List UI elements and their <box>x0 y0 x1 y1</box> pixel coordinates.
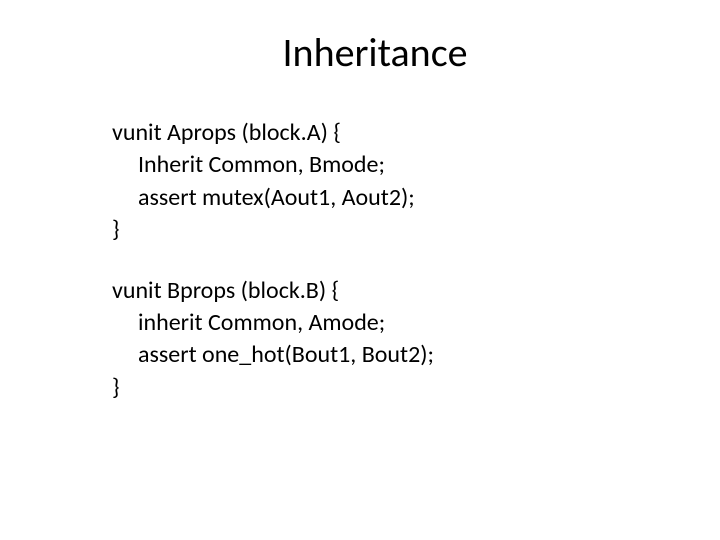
slide-title: Inheritance <box>30 28 720 77</box>
code-line: } <box>112 372 660 404</box>
code-line: Inherit Common, Bmode; <box>112 149 660 181</box>
code-block-b: vunit Bprops (block.B) { inherit Common,… <box>112 275 660 405</box>
code-block-a: vunit Aprops (block.A) { Inherit Common,… <box>112 117 660 247</box>
code-line: vunit Aprops (block.A) { <box>112 117 660 149</box>
code-line: assert one_hot(Bout1, Bout2); <box>112 339 660 371</box>
code-line: } <box>112 214 660 246</box>
slide-container: Inheritance vunit Aprops (block.A) { Inh… <box>0 0 720 540</box>
code-line: assert mutex(Aout1, Aout2); <box>112 182 660 214</box>
code-line: inherit Common, Amode; <box>112 307 660 339</box>
code-line: vunit Bprops (block.B) { <box>112 275 660 307</box>
slide-content: vunit Aprops (block.A) { Inherit Common,… <box>0 117 720 404</box>
